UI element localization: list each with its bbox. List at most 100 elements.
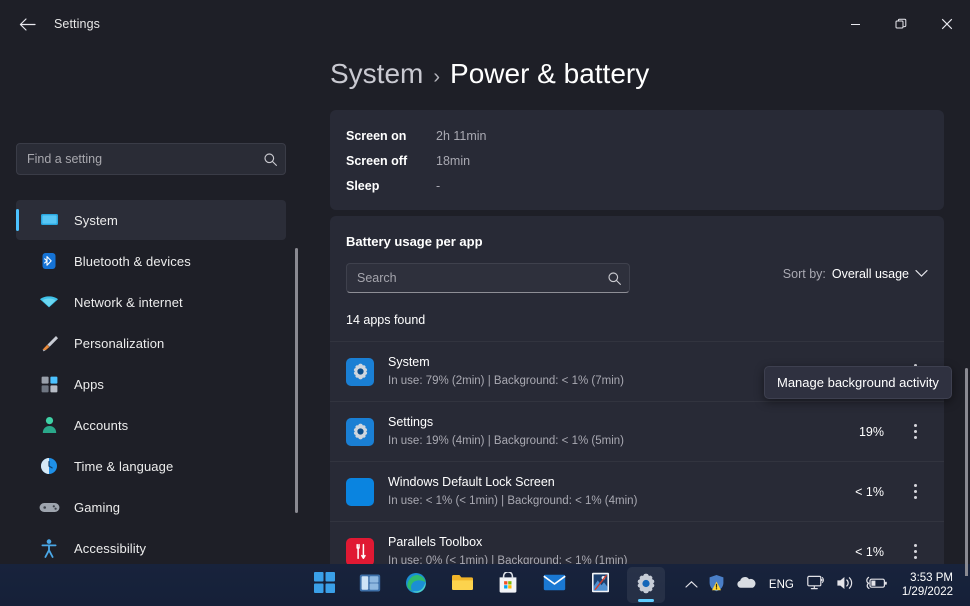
- apps-found-count: 14 apps found: [346, 313, 426, 327]
- sidebar-item-label: Gaming: [74, 499, 121, 515]
- maximize-button[interactable]: [878, 0, 924, 48]
- sidebar-item-bluetooth-devices[interactable]: Bluetooth & devices: [16, 241, 286, 281]
- sidebar-item-accounts[interactable]: Accounts: [16, 405, 286, 445]
- table-row[interactable]: Windows Default Lock Screen In use: < 1%…: [330, 461, 944, 521]
- file-explorer-button[interactable]: [443, 567, 481, 603]
- sidebar-item-system[interactable]: System: [16, 200, 286, 240]
- window-controls: [832, 0, 970, 48]
- battery-charging-icon: [865, 576, 888, 595]
- screen-on-label: Screen on: [346, 128, 407, 143]
- language-indicator[interactable]: ENG: [761, 579, 802, 591]
- search-icon: [599, 271, 629, 286]
- clock-date: 1/29/2022: [901, 586, 953, 598]
- restore-icon: [895, 18, 907, 29]
- sidebar-item-label: Time & language: [74, 458, 174, 474]
- settings-gear-icon: [635, 572, 657, 599]
- sidebar-item-time-language[interactable]: Time & language: [16, 446, 286, 486]
- sidebar-item-label: Apps: [74, 376, 105, 392]
- settings-window: Settings Find a setting System Bluetooth…: [0, 0, 970, 606]
- sidebar-item-label: System: [74, 212, 118, 228]
- table-row[interactable]: Settings In use: 19% (4min) | Background…: [330, 401, 944, 461]
- app-search-input[interactable]: [347, 271, 599, 285]
- settings-button[interactable]: [627, 567, 665, 603]
- kebab-menu-icon[interactable]: [902, 477, 928, 507]
- battery-button[interactable]: [860, 568, 893, 602]
- security-warning-button[interactable]: [703, 568, 730, 602]
- sidebar-item-apps[interactable]: Apps: [16, 364, 286, 404]
- sort-by-label: Sort by:: [782, 267, 826, 281]
- volume-button[interactable]: [831, 568, 860, 602]
- breadcrumb-root[interactable]: System: [330, 58, 423, 90]
- close-button[interactable]: [924, 0, 970, 48]
- sidebar-item-label: Bluetooth & devices: [74, 253, 191, 269]
- bluetooth-icon: [38, 251, 60, 271]
- breadcrumb: System › Power & battery: [330, 58, 649, 90]
- app-search-box[interactable]: [346, 263, 630, 293]
- photos-icon: [591, 572, 610, 598]
- microsoft-store-button[interactable]: [489, 567, 527, 603]
- find-a-setting-search[interactable]: [16, 143, 286, 175]
- tooltip: Manage background activity: [764, 366, 952, 399]
- minimize-button[interactable]: [832, 0, 878, 48]
- sort-by-dropdown[interactable]: Sort by: Overall usage: [783, 267, 928, 281]
- taskbar-icons: [305, 567, 665, 603]
- main-scrollbar-thumb[interactable]: [965, 368, 968, 576]
- app-name: Settings: [388, 415, 434, 429]
- screen-off-label: Screen off: [346, 153, 408, 168]
- app-info: Windows Default Lock Screen In use: < 1%…: [388, 474, 855, 509]
- kebab-menu-icon[interactable]: [902, 537, 928, 567]
- search-input[interactable]: [17, 152, 255, 166]
- settings-gear-app-icon: [346, 357, 374, 386]
- sleep-row: Sleep -: [330, 173, 944, 198]
- window-title: Settings: [54, 17, 100, 31]
- speaker-icon: [836, 575, 855, 596]
- kebab-menu-icon[interactable]: [902, 417, 928, 447]
- task-view-icon: [359, 573, 381, 598]
- app-percent: < 1%: [855, 544, 884, 559]
- edge-button[interactable]: [397, 567, 435, 603]
- title-bar: Settings: [0, 0, 970, 48]
- sidebar-item-gaming[interactable]: Gaming: [16, 487, 286, 527]
- taskbar: ENG 3:53 PM 1/29/2022: [0, 564, 970, 606]
- app-name: Parallels Toolbox: [388, 535, 483, 549]
- edge-browser-icon: [405, 572, 427, 599]
- sidebar-item-personalization[interactable]: Personalization: [16, 323, 286, 363]
- photos-button[interactable]: [581, 567, 619, 603]
- clock[interactable]: 3:53 PM 1/29/2022: [893, 568, 962, 602]
- network-button[interactable]: [802, 568, 831, 602]
- network-icon: [807, 575, 826, 596]
- start-button[interactable]: [305, 567, 343, 603]
- windows-logo-icon: [313, 572, 335, 598]
- chevron-up-icon: [685, 576, 698, 594]
- monitor-icon: [38, 210, 60, 230]
- sidebar-item-network-internet[interactable]: Network & internet: [16, 282, 286, 322]
- screen-off-row: Screen off 18min: [330, 148, 944, 173]
- app-percent: < 1%: [855, 484, 884, 499]
- mail-envelope-icon: [542, 574, 566, 596]
- app-info: Settings In use: 19% (4min) | Background…: [388, 414, 859, 449]
- sleep-label: Sleep: [346, 178, 380, 193]
- app-usage-detail: In use: 19% (4min) | Background: < 1% (5…: [388, 435, 624, 447]
- breadcrumb-separator-icon: ›: [433, 66, 441, 88]
- folder-icon: [451, 573, 474, 597]
- task-view-button[interactable]: [351, 567, 389, 603]
- mail-button[interactable]: [535, 567, 573, 603]
- onedrive-button[interactable]: [730, 568, 761, 602]
- gamepad-icon: [38, 497, 60, 517]
- lock-screen-app-icon: [346, 477, 374, 506]
- back-button[interactable]: [10, 9, 44, 39]
- security-warning-icon: [708, 574, 725, 597]
- sidebar-item-label: Accessibility: [74, 540, 147, 556]
- sidebar-item-accessibility[interactable]: Accessibility: [16, 528, 286, 568]
- battery-usage-controls: Sort by: Overall usage: [330, 263, 944, 297]
- onedrive-cloud-icon: [735, 576, 756, 594]
- paintbrush-icon: [38, 333, 60, 353]
- close-icon: [941, 18, 953, 30]
- tray-expand-button[interactable]: [680, 568, 703, 602]
- sort-by-value: Overall usage: [831, 267, 909, 281]
- sidebar-item-label: Accounts: [74, 417, 129, 433]
- clock-time: 3:53 PM: [910, 572, 953, 584]
- clock-icon: [38, 456, 60, 476]
- sidebar-scrollbar-thumb[interactable]: [295, 248, 298, 513]
- app-percent: 19%: [858, 424, 884, 439]
